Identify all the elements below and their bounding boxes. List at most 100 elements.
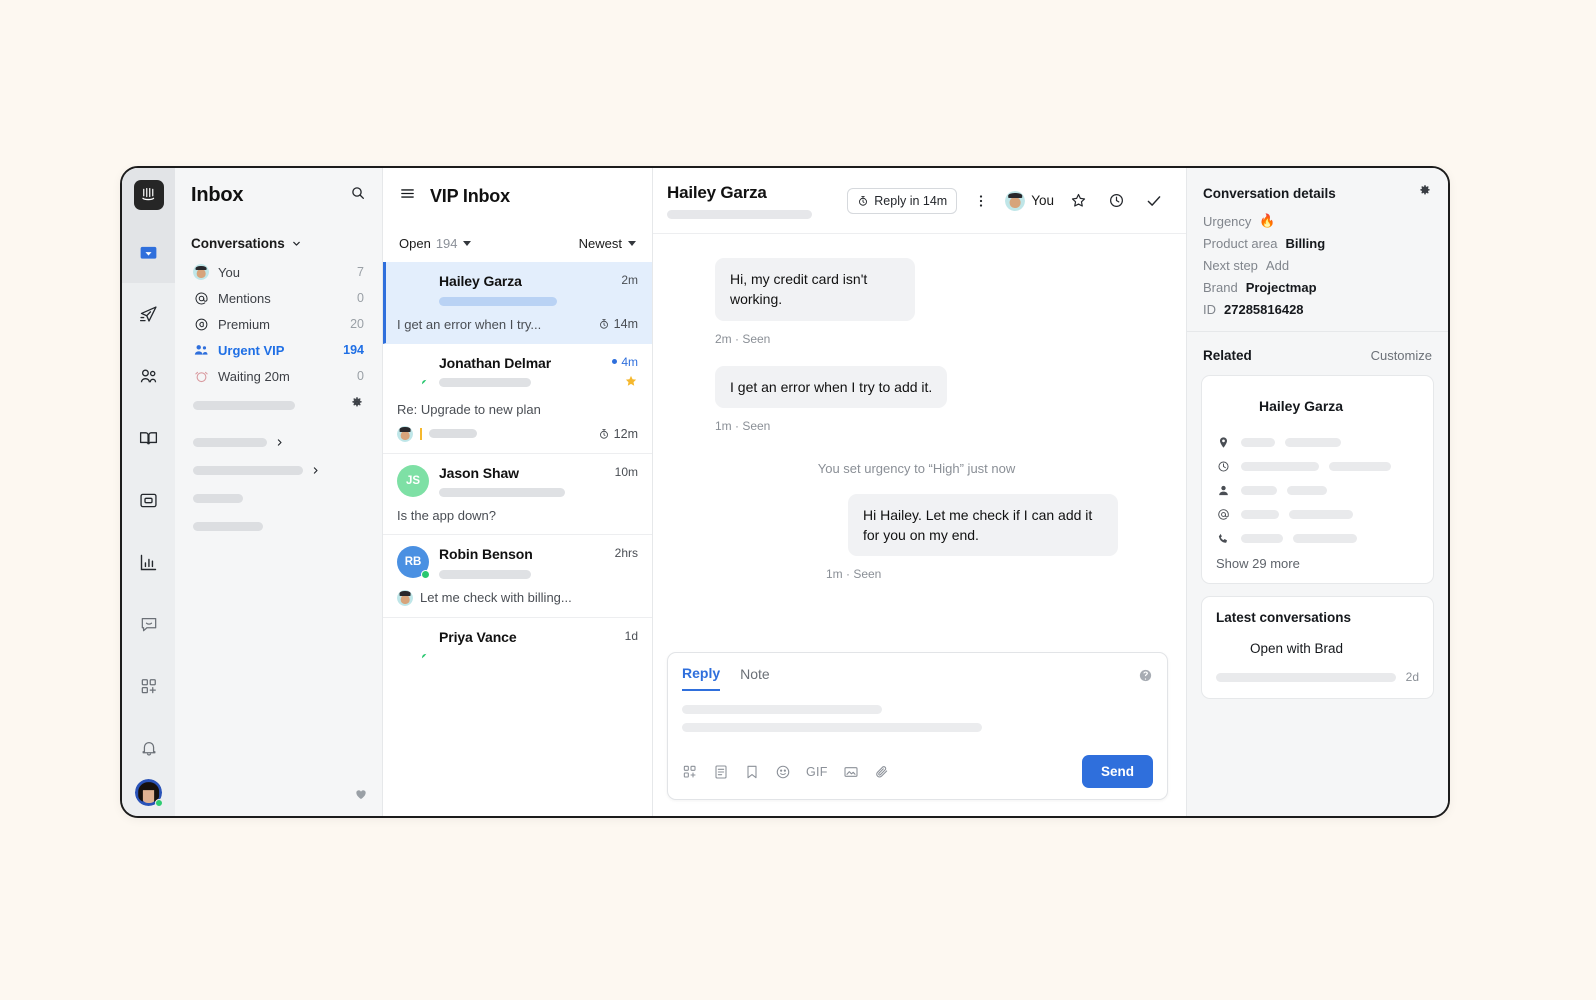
rail-item-inbox[interactable]: [122, 221, 175, 284]
list-item[interactable]: Jonathan Delmar 4m Re: Upgrade to new pl…: [383, 344, 652, 454]
sidebar-item-premium[interactable]: Premium 20: [185, 311, 372, 337]
conversation-time: 10m: [614, 464, 638, 479]
list-item[interactable]: Open with Brad: [1216, 636, 1419, 660]
detail-product-area[interactable]: Product area Billing: [1203, 236, 1432, 251]
customize-link[interactable]: Customize: [1371, 348, 1432, 363]
reply-sla-badge[interactable]: Reply in 14m: [847, 187, 958, 214]
rail-item-articles[interactable]: [122, 469, 175, 531]
stopwatch-icon: [599, 319, 608, 329]
latest-preview: 2d: [1216, 670, 1419, 684]
detail-value: Billing: [1285, 236, 1326, 251]
system-event: You set urgency to “High” just now: [817, 460, 1016, 476]
message-inbound: Hi, my credit card isn't working.: [671, 258, 1162, 321]
rail-item-contacts[interactable]: [122, 345, 175, 407]
sidebar-placeholder-row[interactable]: [185, 482, 372, 510]
sidebar-item-urgent-vip[interactable]: Urgent VIP 194: [185, 337, 372, 363]
latest-time: 2d: [1405, 670, 1419, 684]
reports-bar-chart-icon: [138, 552, 159, 573]
gear-icon[interactable]: [350, 396, 364, 415]
sidebar-placeholder-row[interactable]: [185, 389, 372, 422]
avatar: [397, 629, 429, 661]
sidebar-placeholder-row[interactable]: [185, 454, 372, 482]
sidebar-placeholder-row[interactable]: [185, 422, 372, 454]
star-icon[interactable]: [624, 374, 638, 393]
conversation-preview: Let me check with billing...: [420, 590, 572, 605]
placeholder-bar: [1293, 534, 1357, 543]
intercom-logo[interactable]: [122, 168, 175, 222]
assignee-selector[interactable]: You: [1005, 190, 1054, 211]
help-circle-icon[interactable]: [1138, 668, 1153, 688]
reply-input[interactable]: [682, 691, 1153, 751]
list-item[interactable]: Priya Vance 1d: [383, 618, 652, 672]
person-attribute: [1216, 484, 1419, 497]
send-button[interactable]: Send: [1081, 755, 1153, 788]
more-vertical-icon[interactable]: [967, 187, 995, 215]
detail-next-step[interactable]: Next step Add: [1203, 258, 1432, 273]
saved-reply-icon[interactable]: [713, 764, 729, 780]
sidebar-item-mentions[interactable]: Mentions 0: [185, 285, 372, 311]
heart-icon[interactable]: [354, 788, 368, 806]
person-card: Hailey Garza Show 29 more: [1201, 375, 1434, 584]
gear-icon[interactable]: [1418, 184, 1432, 203]
conversation-list-header: VIP Inbox: [383, 168, 652, 224]
tab-note[interactable]: Note: [740, 666, 770, 690]
placeholder-bar: [1241, 510, 1279, 519]
placeholder-bar: [682, 705, 882, 714]
placeholder-bar: [193, 466, 303, 475]
avatar: [671, 366, 703, 398]
sidebar-item-you[interactable]: You 7: [185, 259, 372, 285]
image-icon[interactable]: [843, 764, 859, 780]
conversation-time: 1d: [624, 628, 638, 643]
avatar: [1216, 636, 1240, 660]
sort-dropdown[interactable]: Newest: [579, 236, 636, 251]
filter-state-dropdown[interactable]: Open 194: [399, 236, 471, 251]
list-item[interactable]: RB Robin Benson 2hrs Let me check with b…: [383, 535, 652, 618]
stopwatch-icon: [859, 195, 868, 206]
rail-item-outbound[interactable]: [122, 283, 175, 345]
detail-brand[interactable]: Brand Projectmap: [1203, 280, 1432, 295]
search-icon[interactable]: [350, 185, 366, 206]
placeholder-bar: [1289, 510, 1353, 519]
latest-title: Latest conversations: [1216, 610, 1352, 625]
clock-icon[interactable]: [1102, 187, 1130, 215]
tab-reply[interactable]: Reply: [682, 665, 721, 691]
sla-time: 14m: [613, 317, 638, 331]
avatar: [397, 273, 429, 305]
conversation-preview: I get an error when I try...: [397, 316, 542, 332]
detail-urgency[interactable]: Urgency 🔥: [1203, 213, 1432, 229]
rail-item-reports[interactable]: [122, 531, 175, 593]
bookmark-icon[interactable]: [744, 764, 760, 780]
emoji-icon[interactable]: [775, 764, 791, 780]
attachment-icon[interactable]: [874, 764, 890, 780]
detail-key: Next step: [1203, 258, 1258, 273]
rail-item-messenger[interactable]: [122, 593, 175, 655]
sidebar-item-label: Waiting 20m: [218, 368, 290, 384]
macros-icon[interactable]: [682, 764, 698, 780]
conversation-name: Hailey Garza: [439, 273, 522, 289]
checkmark-icon[interactable]: [1140, 187, 1168, 215]
chevron-right-icon: [277, 439, 282, 446]
sidebar-item-waiting[interactable]: Waiting 20m 0: [185, 363, 372, 389]
draft-indicator: [420, 427, 422, 440]
list-item[interactable]: JS Jason Shaw 10m Is the app down?: [383, 454, 652, 535]
show-more-link[interactable]: Show 29 more: [1216, 556, 1419, 571]
list-item[interactable]: Hailey Garza 2m I get an error when I tr…: [383, 262, 652, 344]
detail-id[interactable]: ID 27285816428: [1203, 302, 1432, 317]
conversation-preview: Is the app down?: [397, 508, 497, 523]
sidebar-placeholder-row[interactable]: [185, 510, 372, 538]
hamburger-menu-icon[interactable]: [399, 185, 416, 207]
rail-item-apps[interactable]: [122, 655, 175, 717]
conversations-group-header[interactable]: Conversations: [185, 232, 372, 259]
inbox-icon: [138, 242, 159, 263]
star-icon[interactable]: [1064, 187, 1092, 215]
person-attribute: [1216, 508, 1419, 521]
person-attribute: [1216, 460, 1419, 473]
avatar: [397, 355, 429, 387]
rail-item-knowledge[interactable]: [122, 407, 175, 469]
sidebar-item-count: 194: [343, 343, 364, 357]
avatar[interactable]: [135, 779, 163, 808]
rail-item-notifications[interactable]: [122, 717, 175, 779]
conversation-name: Robin Benson: [439, 546, 533, 562]
gif-icon[interactable]: GIF: [806, 765, 828, 779]
person-header[interactable]: Hailey Garza: [1216, 390, 1419, 422]
